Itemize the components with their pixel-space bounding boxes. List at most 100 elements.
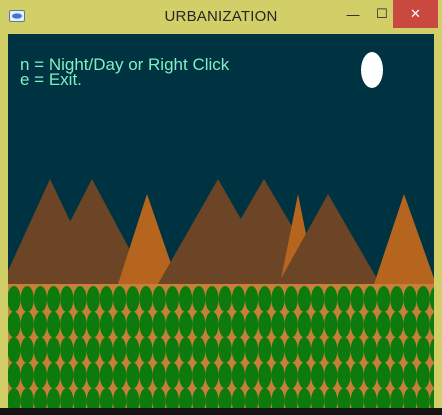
tree [47,311,61,338]
tree [139,337,153,363]
tree [205,311,219,338]
tree [297,337,311,363]
tree [60,337,74,363]
tree [258,286,272,312]
minimize-icon: — [346,6,360,22]
tree [179,286,193,312]
tree [258,337,272,363]
tree [165,337,179,363]
tree [33,286,47,312]
tree [416,311,430,338]
tree [297,311,311,338]
taskbar-edge [0,408,442,415]
scene-graphics [8,52,434,408]
tree [126,337,140,363]
tree [231,362,245,389]
tree [192,311,206,338]
maximize-icon: ☐ [376,6,388,21]
tree [165,286,179,312]
tree [47,286,61,312]
app-window: URBANIZATION — ☐ ✕ n = Night/Day or Righ… [0,0,442,412]
tree [86,362,100,389]
tree [113,362,127,389]
tree [126,362,140,389]
tree [8,286,21,312]
tree [8,311,21,338]
close-button[interactable]: ✕ [393,0,438,28]
tree [245,337,259,363]
tree [311,337,325,363]
tree [20,362,34,389]
tree [99,362,113,389]
tree [284,311,298,338]
tree [363,311,377,338]
tree [271,337,285,363]
tree [377,362,391,389]
tree [73,286,87,312]
title-bar[interactable]: URBANIZATION — ☐ ✕ [0,0,442,34]
mountain-range [8,179,434,284]
tree [192,337,206,363]
tree [20,337,34,363]
tree [403,337,417,363]
tree [165,362,179,389]
tree [73,362,87,389]
tree [192,286,206,312]
tree [8,362,21,389]
tree [350,362,364,389]
tree [179,362,193,389]
help-text: n = Night/Day or Right Click e = Exit. [20,56,229,89]
tree [363,337,377,363]
tree [99,311,113,338]
tree [73,311,87,338]
minimize-button[interactable]: — [338,0,368,28]
tree [60,362,74,389]
tree [403,362,417,389]
tree [231,311,245,338]
tree [350,311,364,338]
tree [390,337,404,363]
tree [337,362,351,389]
tree [363,362,377,389]
tree [297,286,311,312]
tree [218,311,232,338]
game-canvas[interactable]: n = Night/Day or Right Click e = Exit. [8,34,434,408]
tree [152,337,166,363]
tree [311,286,325,312]
tree [86,337,100,363]
tree [218,362,232,389]
tree [152,311,166,338]
help-line-exit: e = Exit. [20,70,82,89]
tree [258,362,272,389]
tree [152,362,166,389]
tree [297,362,311,389]
tree [139,286,153,312]
tree [403,311,417,338]
tree [192,362,206,389]
tree [363,286,377,312]
tree [152,286,166,312]
tree [416,362,430,389]
tree [271,311,285,338]
close-icon: ✕ [410,6,421,21]
tree [284,286,298,312]
tree [165,311,179,338]
tree [311,311,325,338]
tree [324,337,338,363]
tree [271,362,285,389]
tree [324,311,338,338]
tree [113,337,127,363]
tree [337,311,351,338]
tree [377,337,391,363]
tree [126,311,140,338]
tree [99,337,113,363]
tree [324,362,338,389]
tree [139,311,153,338]
tree [390,286,404,312]
tree [416,337,430,363]
tree [86,311,100,338]
tree [271,286,285,312]
tree [337,286,351,312]
tree [218,337,232,363]
mountain-8 [374,194,434,284]
